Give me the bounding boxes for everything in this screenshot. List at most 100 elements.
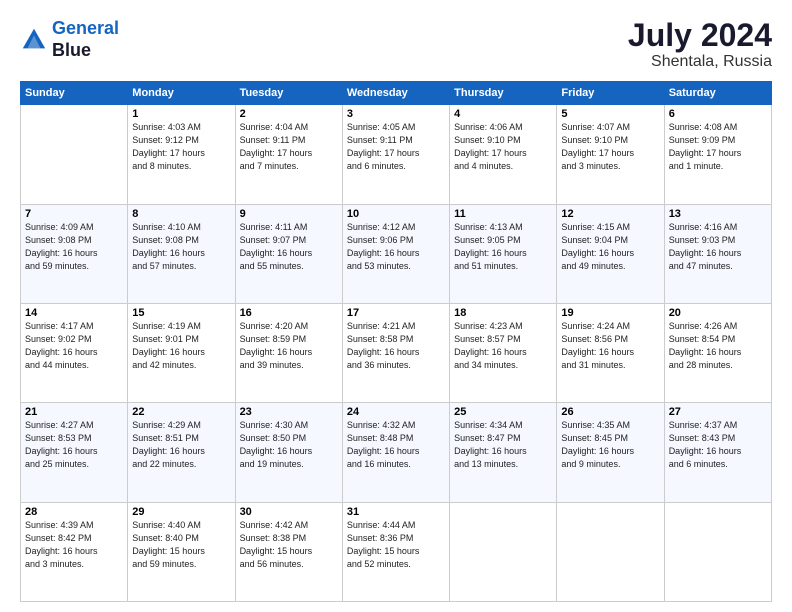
day-detail: Sunrise: 4:03 AM Sunset: 9:12 PM Dayligh… bbox=[132, 121, 230, 173]
day-detail: Sunrise: 4:06 AM Sunset: 9:10 PM Dayligh… bbox=[454, 121, 552, 173]
day-number: 8 bbox=[132, 208, 230, 220]
day-number: 26 bbox=[561, 406, 659, 418]
calendar-table: SundayMondayTuesdayWednesdayThursdayFrid… bbox=[20, 81, 772, 602]
day-detail: Sunrise: 4:20 AM Sunset: 8:59 PM Dayligh… bbox=[240, 320, 338, 372]
calendar-cell: 31Sunrise: 4:44 AM Sunset: 8:36 PM Dayli… bbox=[342, 502, 449, 601]
calendar-cell: 21Sunrise: 4:27 AM Sunset: 8:53 PM Dayli… bbox=[21, 403, 128, 502]
logo-line2: Blue bbox=[52, 40, 119, 62]
day-number: 6 bbox=[669, 108, 767, 120]
day-detail: Sunrise: 4:32 AM Sunset: 8:48 PM Dayligh… bbox=[347, 419, 445, 471]
calendar-cell: 23Sunrise: 4:30 AM Sunset: 8:50 PM Dayli… bbox=[235, 403, 342, 502]
calendar-cell: 16Sunrise: 4:20 AM Sunset: 8:59 PM Dayli… bbox=[235, 303, 342, 402]
day-number: 25 bbox=[454, 406, 552, 418]
day-number: 23 bbox=[240, 406, 338, 418]
day-detail: Sunrise: 4:44 AM Sunset: 8:36 PM Dayligh… bbox=[347, 519, 445, 571]
day-number: 5 bbox=[561, 108, 659, 120]
calendar-cell: 6Sunrise: 4:08 AM Sunset: 9:09 PM Daylig… bbox=[664, 105, 771, 204]
calendar-cell: 2Sunrise: 4:04 AM Sunset: 9:11 PM Daylig… bbox=[235, 105, 342, 204]
calendar-cell: 17Sunrise: 4:21 AM Sunset: 8:58 PM Dayli… bbox=[342, 303, 449, 402]
calendar-cell: 12Sunrise: 4:15 AM Sunset: 9:04 PM Dayli… bbox=[557, 204, 664, 303]
day-detail: Sunrise: 4:30 AM Sunset: 8:50 PM Dayligh… bbox=[240, 419, 338, 471]
calendar-header-monday: Monday bbox=[128, 82, 235, 105]
calendar-cell bbox=[557, 502, 664, 601]
day-number: 12 bbox=[561, 208, 659, 220]
day-number: 24 bbox=[347, 406, 445, 418]
day-number: 19 bbox=[561, 307, 659, 319]
calendar-cell: 15Sunrise: 4:19 AM Sunset: 9:01 PM Dayli… bbox=[128, 303, 235, 402]
day-detail: Sunrise: 4:37 AM Sunset: 8:43 PM Dayligh… bbox=[669, 419, 767, 471]
logo-icon bbox=[20, 26, 48, 54]
day-number: 21 bbox=[25, 406, 123, 418]
calendar-header-sunday: Sunday bbox=[21, 82, 128, 105]
day-detail: Sunrise: 4:42 AM Sunset: 8:38 PM Dayligh… bbox=[240, 519, 338, 571]
calendar-cell: 26Sunrise: 4:35 AM Sunset: 8:45 PM Dayli… bbox=[557, 403, 664, 502]
calendar-cell: 5Sunrise: 4:07 AM Sunset: 9:10 PM Daylig… bbox=[557, 105, 664, 204]
day-number: 9 bbox=[240, 208, 338, 220]
day-number: 22 bbox=[132, 406, 230, 418]
calendar-cell: 30Sunrise: 4:42 AM Sunset: 8:38 PM Dayli… bbox=[235, 502, 342, 601]
logo-text: General Blue bbox=[52, 18, 119, 61]
main-title: July 2024 bbox=[628, 18, 772, 53]
day-detail: Sunrise: 4:05 AM Sunset: 9:11 PM Dayligh… bbox=[347, 121, 445, 173]
calendar-cell: 8Sunrise: 4:10 AM Sunset: 9:08 PM Daylig… bbox=[128, 204, 235, 303]
day-detail: Sunrise: 4:16 AM Sunset: 9:03 PM Dayligh… bbox=[669, 221, 767, 273]
day-detail: Sunrise: 4:29 AM Sunset: 8:51 PM Dayligh… bbox=[132, 419, 230, 471]
calendar-cell: 19Sunrise: 4:24 AM Sunset: 8:56 PM Dayli… bbox=[557, 303, 664, 402]
calendar-cell: 22Sunrise: 4:29 AM Sunset: 8:51 PM Dayli… bbox=[128, 403, 235, 502]
day-detail: Sunrise: 4:27 AM Sunset: 8:53 PM Dayligh… bbox=[25, 419, 123, 471]
day-detail: Sunrise: 4:11 AM Sunset: 9:07 PM Dayligh… bbox=[240, 221, 338, 273]
calendar-cell: 3Sunrise: 4:05 AM Sunset: 9:11 PM Daylig… bbox=[342, 105, 449, 204]
calendar-cell: 13Sunrise: 4:16 AM Sunset: 9:03 PM Dayli… bbox=[664, 204, 771, 303]
calendar-header-tuesday: Tuesday bbox=[235, 82, 342, 105]
calendar-cell: 9Sunrise: 4:11 AM Sunset: 9:07 PM Daylig… bbox=[235, 204, 342, 303]
day-number: 7 bbox=[25, 208, 123, 220]
day-detail: Sunrise: 4:19 AM Sunset: 9:01 PM Dayligh… bbox=[132, 320, 230, 372]
day-detail: Sunrise: 4:39 AM Sunset: 8:42 PM Dayligh… bbox=[25, 519, 123, 571]
day-detail: Sunrise: 4:26 AM Sunset: 8:54 PM Dayligh… bbox=[669, 320, 767, 372]
day-detail: Sunrise: 4:21 AM Sunset: 8:58 PM Dayligh… bbox=[347, 320, 445, 372]
calendar-week-3: 14Sunrise: 4:17 AM Sunset: 9:02 PM Dayli… bbox=[21, 303, 772, 402]
day-detail: Sunrise: 4:09 AM Sunset: 9:08 PM Dayligh… bbox=[25, 221, 123, 273]
day-number: 15 bbox=[132, 307, 230, 319]
day-number: 31 bbox=[347, 506, 445, 518]
calendar-header-saturday: Saturday bbox=[664, 82, 771, 105]
calendar-cell: 24Sunrise: 4:32 AM Sunset: 8:48 PM Dayli… bbox=[342, 403, 449, 502]
calendar-header-friday: Friday bbox=[557, 82, 664, 105]
calendar-cell: 11Sunrise: 4:13 AM Sunset: 9:05 PM Dayli… bbox=[450, 204, 557, 303]
calendar-week-2: 7Sunrise: 4:09 AM Sunset: 9:08 PM Daylig… bbox=[21, 204, 772, 303]
calendar-cell bbox=[664, 502, 771, 601]
header: General Blue July 2024 Shentala, Russia bbox=[20, 18, 772, 71]
day-number: 16 bbox=[240, 307, 338, 319]
day-number: 11 bbox=[454, 208, 552, 220]
calendar-cell: 14Sunrise: 4:17 AM Sunset: 9:02 PM Dayli… bbox=[21, 303, 128, 402]
day-detail: Sunrise: 4:12 AM Sunset: 9:06 PM Dayligh… bbox=[347, 221, 445, 273]
subtitle: Shentala, Russia bbox=[628, 53, 772, 71]
calendar-cell: 4Sunrise: 4:06 AM Sunset: 9:10 PM Daylig… bbox=[450, 105, 557, 204]
day-detail: Sunrise: 4:08 AM Sunset: 9:09 PM Dayligh… bbox=[669, 121, 767, 173]
day-number: 3 bbox=[347, 108, 445, 120]
day-detail: Sunrise: 4:10 AM Sunset: 9:08 PM Dayligh… bbox=[132, 221, 230, 273]
day-number: 13 bbox=[669, 208, 767, 220]
calendar-cell: 18Sunrise: 4:23 AM Sunset: 8:57 PM Dayli… bbox=[450, 303, 557, 402]
calendar-cell: 20Sunrise: 4:26 AM Sunset: 8:54 PM Dayli… bbox=[664, 303, 771, 402]
day-number: 29 bbox=[132, 506, 230, 518]
calendar-cell: 28Sunrise: 4:39 AM Sunset: 8:42 PM Dayli… bbox=[21, 502, 128, 601]
day-detail: Sunrise: 4:17 AM Sunset: 9:02 PM Dayligh… bbox=[25, 320, 123, 372]
logo: General Blue bbox=[20, 18, 119, 61]
day-detail: Sunrise: 4:13 AM Sunset: 9:05 PM Dayligh… bbox=[454, 221, 552, 273]
calendar-cell bbox=[450, 502, 557, 601]
logo-line1: General bbox=[52, 18, 119, 38]
calendar-cell: 1Sunrise: 4:03 AM Sunset: 9:12 PM Daylig… bbox=[128, 105, 235, 204]
day-detail: Sunrise: 4:35 AM Sunset: 8:45 PM Dayligh… bbox=[561, 419, 659, 471]
day-number: 1 bbox=[132, 108, 230, 120]
calendar-week-1: 1Sunrise: 4:03 AM Sunset: 9:12 PM Daylig… bbox=[21, 105, 772, 204]
calendar-cell: 7Sunrise: 4:09 AM Sunset: 9:08 PM Daylig… bbox=[21, 204, 128, 303]
calendar-cell bbox=[21, 105, 128, 204]
day-number: 20 bbox=[669, 307, 767, 319]
day-detail: Sunrise: 4:04 AM Sunset: 9:11 PM Dayligh… bbox=[240, 121, 338, 173]
calendar-week-5: 28Sunrise: 4:39 AM Sunset: 8:42 PM Dayli… bbox=[21, 502, 772, 601]
day-number: 4 bbox=[454, 108, 552, 120]
day-detail: Sunrise: 4:40 AM Sunset: 8:40 PM Dayligh… bbox=[132, 519, 230, 571]
day-number: 30 bbox=[240, 506, 338, 518]
calendar-cell: 29Sunrise: 4:40 AM Sunset: 8:40 PM Dayli… bbox=[128, 502, 235, 601]
